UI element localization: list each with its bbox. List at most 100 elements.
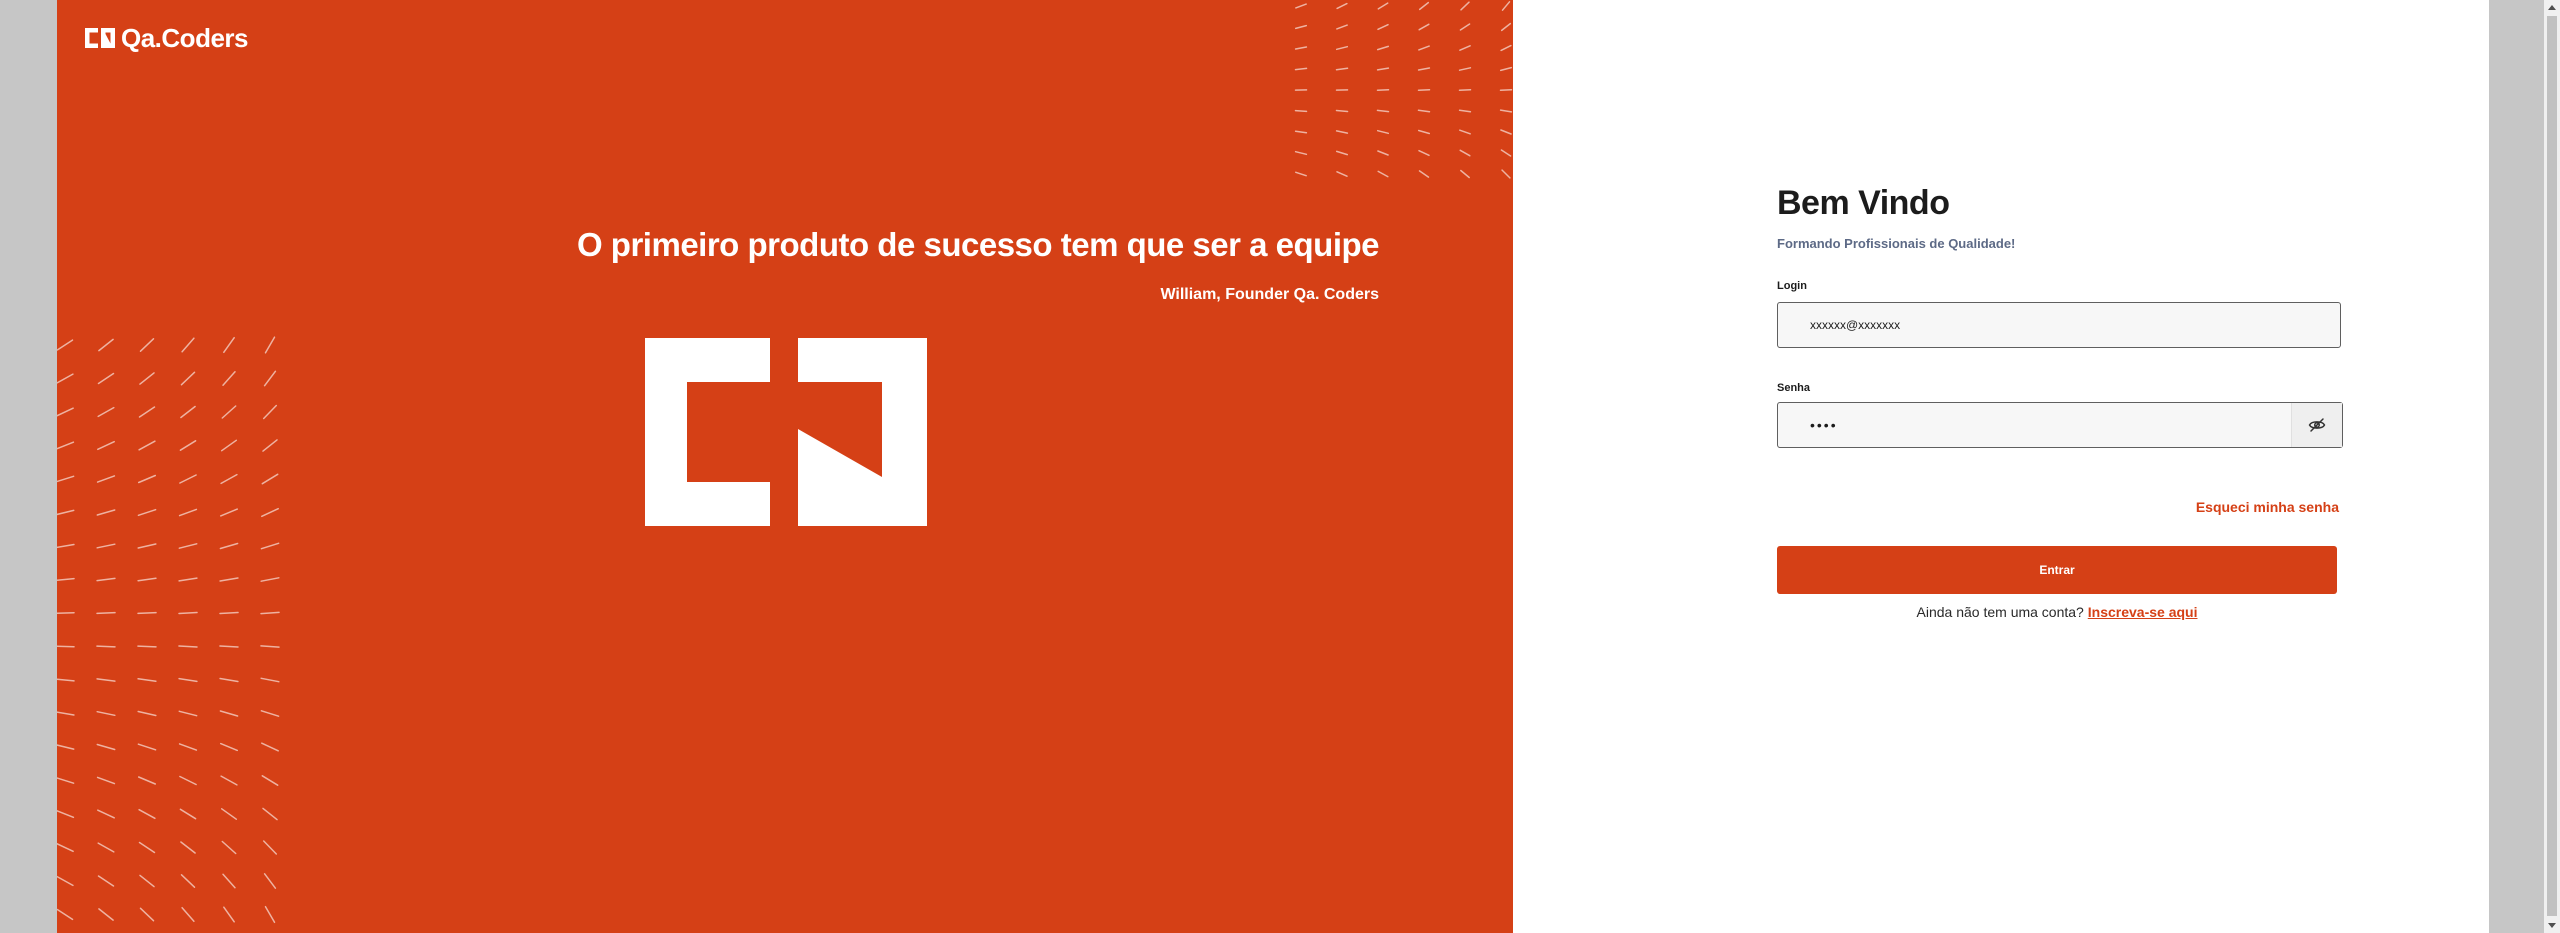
pattern-dash [1460,169,1470,179]
pattern-dash [178,611,198,615]
pattern-dash [137,710,157,717]
pattern-dash [1499,109,1513,113]
scroll-down-arrow-icon[interactable] [2548,923,2556,928]
pattern-dash [57,339,74,351]
pattern-dash [181,337,195,353]
password-field[interactable] [1777,402,2343,448]
pattern-dash [1418,45,1430,51]
forgot-password-link[interactable]: Esqueci minha senha [2196,499,2339,515]
pattern-dash [260,542,280,550]
pattern-dash [1417,109,1431,113]
pattern-dash [1418,23,1430,31]
pattern-dash [180,874,196,888]
pattern-dash [97,842,115,853]
pattern-dash [263,370,277,387]
pattern-dash [57,678,75,682]
pattern-dash [96,678,116,682]
pattern-dash [96,645,116,648]
pattern-dash [179,440,197,451]
pattern-dash [221,840,237,855]
pattern-dash [57,373,74,384]
pattern-dash [57,441,75,450]
password-input[interactable] [1810,403,2290,447]
scroll-thumb[interactable] [2547,16,2557,916]
pattern-dash [179,474,197,484]
pattern-dash [1460,1,1470,11]
pattern-dash [137,743,157,751]
pattern-dash [1377,23,1389,31]
pattern-dash [178,508,198,517]
pattern-dash [220,775,238,786]
login-submit-button[interactable]: Entrar [1777,546,2337,594]
pattern-dash [57,875,74,887]
pattern-dash [96,710,116,717]
pattern-dash [57,475,75,483]
pattern-dash [57,842,74,853]
pattern-dash [180,371,196,386]
pattern-dash [219,742,239,752]
pattern-dash [96,543,116,549]
login-page: Qa.Coders O primeiro produto de sucesso … [57,0,2489,933]
dash-pattern-top [1294,1,1513,179]
pattern-dash [264,905,276,924]
pattern-dash [57,543,75,549]
pattern-dash [97,809,115,819]
pattern-dash [219,710,239,717]
pattern-dash [261,775,279,786]
pattern-dash [262,807,278,821]
pattern-dash [263,873,277,889]
pattern-dash [1500,149,1512,157]
pattern-dash [262,840,278,855]
pattern-dash [138,808,156,820]
pattern-dash [98,908,114,921]
scroll-up-arrow-icon[interactable] [2548,5,2556,10]
pattern-dash [222,371,236,386]
pattern-dash [1459,129,1471,135]
pattern-dash [264,336,276,354]
pattern-dash [137,577,157,582]
pattern-dash [260,645,280,648]
page-scrollbar[interactable] [2544,0,2560,933]
hero-logo-mark [645,338,927,526]
pattern-dash [1500,44,1512,52]
pattern-dash [96,475,116,483]
pattern-dash [57,777,75,784]
login-field[interactable] [1777,302,2341,348]
pattern-dash [1501,169,1511,179]
pattern-dash [179,808,197,820]
pattern-dash [97,440,115,451]
pattern-dash [57,611,75,615]
pattern-dash [1377,170,1389,178]
pattern-dash [1376,45,1390,51]
toggle-password-visibility-button[interactable] [2291,403,2342,447]
pattern-dash [260,677,280,683]
pattern-dash [96,611,116,615]
pattern-dash [137,508,157,517]
pattern-dash [1335,150,1349,156]
pattern-dash [1336,24,1348,30]
pattern-dash [178,645,198,648]
pattern-dash [1376,109,1390,113]
pattern-dash [96,577,116,582]
pattern-dash [97,372,115,385]
pattern-dash [219,611,239,615]
welcome-subtitle: Formando Profissionais de Qualidade! [1777,236,2016,251]
pattern-dash [222,873,236,889]
signup-link[interactable]: Inscreva-se aqui [2088,604,2198,620]
eye-off-icon [2308,418,2326,432]
pattern-dash [1500,22,1512,32]
pattern-dash [220,473,238,485]
pattern-dash [137,645,157,648]
pattern-dash [1501,1,1511,11]
pattern-dash [1417,129,1431,135]
pattern-dash [57,577,75,582]
pattern-dash [98,338,114,352]
pattern-dash [138,841,156,854]
login-input[interactable] [1810,303,2330,347]
pattern-dash [223,906,235,923]
pattern-dash [1295,171,1307,177]
pattern-dash [1294,150,1308,156]
pattern-dash [219,508,239,517]
pattern-dash [137,776,157,785]
brand-logo[interactable]: Qa.Coders [85,24,249,52]
